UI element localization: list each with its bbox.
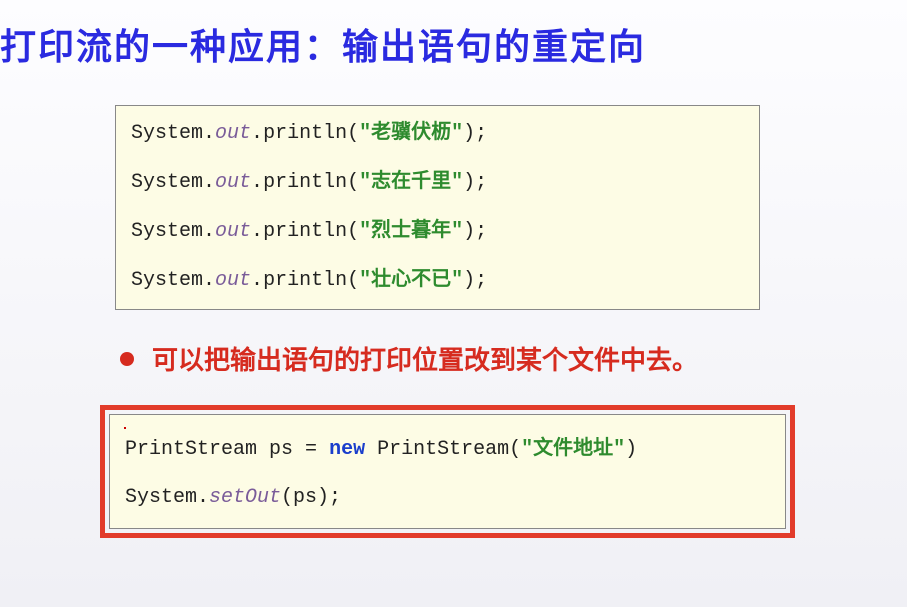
token-close: );: [463, 171, 487, 194]
token-args: (ps);: [281, 486, 341, 509]
token-space: [317, 438, 329, 461]
token-out: out: [215, 171, 251, 194]
token-method: println: [263, 171, 347, 194]
token-system: System: [131, 220, 203, 243]
token-eq: =: [305, 438, 317, 461]
token-string: "老骥伏枥": [359, 122, 463, 145]
highlighted-code-frame: PrintStream ps = new PrintStream("文件地址")…: [100, 405, 795, 538]
bullet-item: 可以把输出语句的打印位置改到某个文件中去。: [120, 340, 907, 377]
token-out: out: [215, 122, 251, 145]
token-dot: .: [251, 171, 263, 194]
code-line: System.out.println("志在千里");: [131, 170, 744, 196]
token-paren: (: [347, 122, 359, 145]
token-dot: .: [251, 220, 263, 243]
token-new: new: [329, 438, 365, 461]
token-close: );: [463, 122, 487, 145]
token-string: "志在千里": [359, 171, 463, 194]
token-dot: .: [251, 122, 263, 145]
token-system: System: [131, 269, 203, 292]
token-close: ): [625, 438, 637, 461]
token-paren: (: [347, 171, 359, 194]
token-out: out: [215, 269, 251, 292]
token-dot: .: [251, 269, 263, 292]
token-dot: .: [203, 122, 215, 145]
token-dot: .: [203, 269, 215, 292]
bullet-text: 可以把输出语句的打印位置改到某个文件中去。: [152, 340, 698, 377]
token-out: out: [215, 220, 251, 243]
code-line: System.out.println("烈士暮年");: [131, 219, 744, 245]
page-title: 打印流的一种应用：输出语句的重定向: [0, 0, 907, 70]
token-dot: .: [203, 171, 215, 194]
token-type: PrintStream: [125, 438, 257, 461]
token-method: println: [263, 122, 347, 145]
token-close: );: [463, 269, 487, 292]
code-block-2: PrintStream ps = new PrintStream("文件地址")…: [109, 414, 786, 529]
token-string: "文件地址": [521, 438, 625, 461]
token-string: "烈士暮年": [359, 220, 463, 243]
token-paren: (: [347, 220, 359, 243]
token-dot: .: [197, 486, 209, 509]
token-close: );: [463, 220, 487, 243]
cursor-mark: [124, 419, 126, 429]
bullet-icon: [120, 352, 134, 366]
token-string: "壮心不已": [359, 269, 463, 292]
token-system: System: [131, 122, 203, 145]
code-line: System.out.println("老骥伏枥");: [131, 121, 744, 147]
token-var: ps: [257, 438, 305, 461]
token-method: println: [263, 220, 347, 243]
token-ctor: PrintStream(: [365, 438, 521, 461]
code-line: System.out.println("壮心不已");: [131, 268, 744, 294]
token-system: System: [125, 486, 197, 509]
code-line: PrintStream ps = new PrintStream("文件地址"): [125, 437, 770, 463]
token-method: setOut: [209, 486, 281, 509]
code-line: System.setOut(ps);: [125, 485, 770, 511]
token-paren: (: [347, 269, 359, 292]
token-system: System: [131, 171, 203, 194]
code-block-1: System.out.println("老骥伏枥"); System.out.p…: [115, 105, 760, 310]
token-dot: .: [203, 220, 215, 243]
token-method: println: [263, 269, 347, 292]
